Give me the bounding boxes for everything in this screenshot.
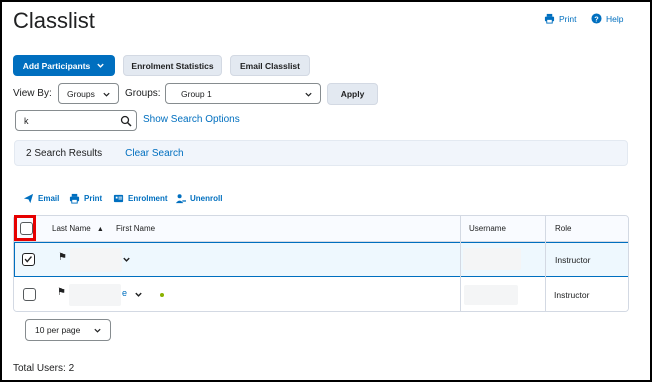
sort-ascending-icon: ▲ <box>96 226 104 233</box>
total-users: Total Users: 2 <box>13 363 75 374</box>
search-input[interactable]: k <box>15 110 137 131</box>
search-icon[interactable] <box>120 115 132 127</box>
groups-label: Groups: <box>125 88 161 99</box>
view-by-value: Groups <box>67 88 95 99</box>
email-action[interactable]: Email <box>23 193 59 204</box>
apply-button[interactable]: Apply <box>327 83 378 105</box>
row-checkbox[interactable] <box>22 253 35 266</box>
redacted-username <box>463 248 521 270</box>
chevron-down-icon <box>103 92 110 97</box>
per-page-select[interactable]: 10 per page <box>25 319 111 341</box>
print-action-label: Print <box>84 194 103 203</box>
table-row: ⚑ Instructor <box>14 242 628 277</box>
table-row: ⚑ e Instructor <box>14 278 628 311</box>
show-search-options-link[interactable]: Show Search Options <box>143 114 240 125</box>
enrolment-statistics-button[interactable]: Enrolment Statistics <box>123 55 222 76</box>
printer-icon <box>544 13 555 24</box>
row-checkbox[interactable] <box>23 288 36 301</box>
chevron-down-icon <box>94 328 101 333</box>
email-action-label: Email <box>38 194 60 203</box>
search-results-bar: 2 Search Results Clear Search <box>14 140 628 166</box>
per-page-value: 10 per page <box>35 325 81 335</box>
print-label: Print <box>559 13 577 24</box>
email-classlist-button[interactable]: Email Classlist <box>230 55 310 76</box>
redacted-username <box>464 285 518 305</box>
clear-search-link[interactable]: Clear Search <box>125 148 183 159</box>
email-icon <box>23 193 34 204</box>
flag-icon: ⚑ <box>58 252 67 263</box>
print-link[interactable]: Print <box>544 13 576 24</box>
add-participants-button[interactable]: Add Participants <box>13 55 115 76</box>
chevron-down-icon <box>305 92 312 97</box>
role-header[interactable]: Role <box>555 224 571 233</box>
groups-value: Group 1 <box>181 88 212 99</box>
classlist-table: Last Name ▲ First Name Username Role ⚑ I… <box>13 215 629 312</box>
page-title: Classlist <box>13 8 95 33</box>
add-participants-label: Add Participants <box>22 60 91 71</box>
username-header[interactable]: Username <box>469 224 506 233</box>
column-divider <box>545 216 546 311</box>
svg-text:?: ? <box>594 14 599 23</box>
table-header: Last Name ▲ First Name Username Role <box>14 216 628 242</box>
help-label: Help <box>606 13 624 24</box>
column-divider <box>460 216 461 311</box>
results-count: 2 Search Results <box>26 147 103 159</box>
help-link[interactable]: ? Help <box>591 13 623 24</box>
role-cell: Instructor <box>554 290 590 300</box>
online-status-icon <box>160 293 164 297</box>
enrolment-action-label: Enrolment <box>128 194 168 203</box>
flag-icon: ⚑ <box>57 287 66 298</box>
unenroll-action-label: Unenroll <box>190 194 223 203</box>
name-suffix[interactable]: e <box>122 288 127 298</box>
print-action[interactable]: Print <box>69 193 102 204</box>
chevron-down-icon <box>97 63 104 68</box>
classlist-page: Classlist Print ? Help Add Participants … <box>0 0 652 382</box>
printer-icon <box>69 193 80 204</box>
chevron-down-icon[interactable] <box>122 255 131 264</box>
role-cell: Instructor <box>555 255 591 265</box>
unenroll-icon <box>175 194 186 204</box>
chevron-down-icon[interactable] <box>134 290 143 299</box>
enrolment-icon <box>113 194 124 203</box>
view-by-select[interactable]: Groups <box>58 83 119 104</box>
view-by-label: View By: <box>13 88 52 99</box>
search-value: k <box>24 115 29 126</box>
groups-select[interactable]: Group 1 <box>165 83 321 104</box>
checkmark-icon <box>24 256 32 263</box>
redacted-name <box>69 284 121 306</box>
first-name-header[interactable]: First Name <box>116 224 155 233</box>
enrolment-action[interactable]: Enrolment <box>113 193 168 204</box>
redacted-name <box>70 248 122 272</box>
last-name-header-label: Last Name <box>52 224 91 233</box>
last-name-header[interactable]: Last Name ▲ <box>52 224 104 233</box>
highlight-box <box>14 215 36 241</box>
unenroll-action[interactable]: Unenroll <box>175 193 222 204</box>
help-icon: ? <box>591 13 602 24</box>
